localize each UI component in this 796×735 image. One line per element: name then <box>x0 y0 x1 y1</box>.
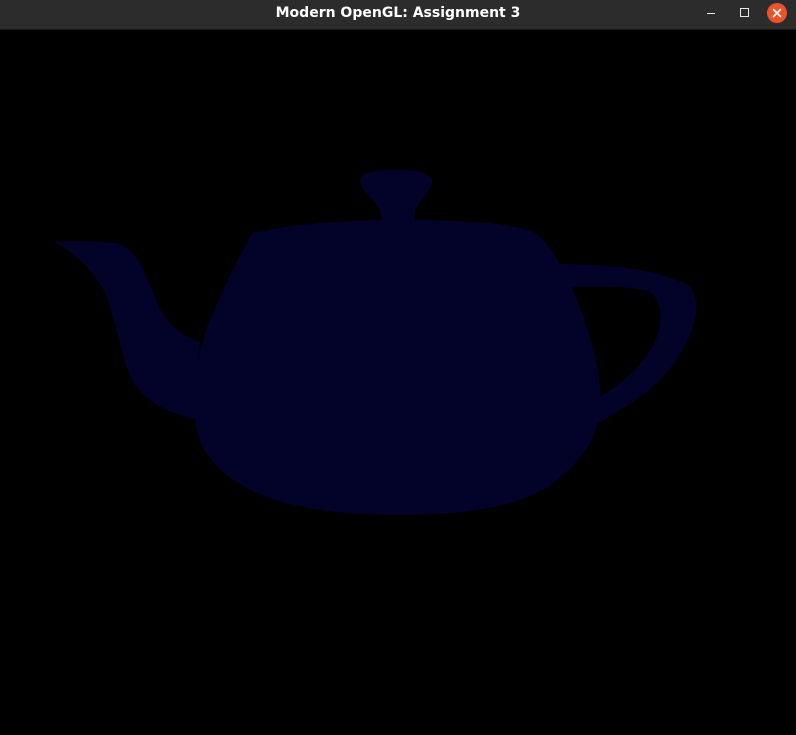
window-title: Modern OpenGL: Assignment 3 <box>275 5 521 21</box>
opengl-viewport[interactable] <box>0 30 796 735</box>
teapot-body <box>195 220 600 515</box>
teapot-model <box>55 170 697 515</box>
maximize-button[interactable] <box>735 3 755 23</box>
app-window: Modern OpenGL: Assignment 3 <box>0 0 796 735</box>
title-bar[interactable]: Modern OpenGL: Assignment 3 <box>0 0 796 30</box>
teapot-lid-knob <box>360 170 432 222</box>
close-icon <box>772 8 782 18</box>
minimize-button[interactable] <box>701 3 721 23</box>
teapot-spout <box>55 240 200 419</box>
teapot-render <box>55 170 697 515</box>
close-button[interactable] <box>767 3 787 23</box>
